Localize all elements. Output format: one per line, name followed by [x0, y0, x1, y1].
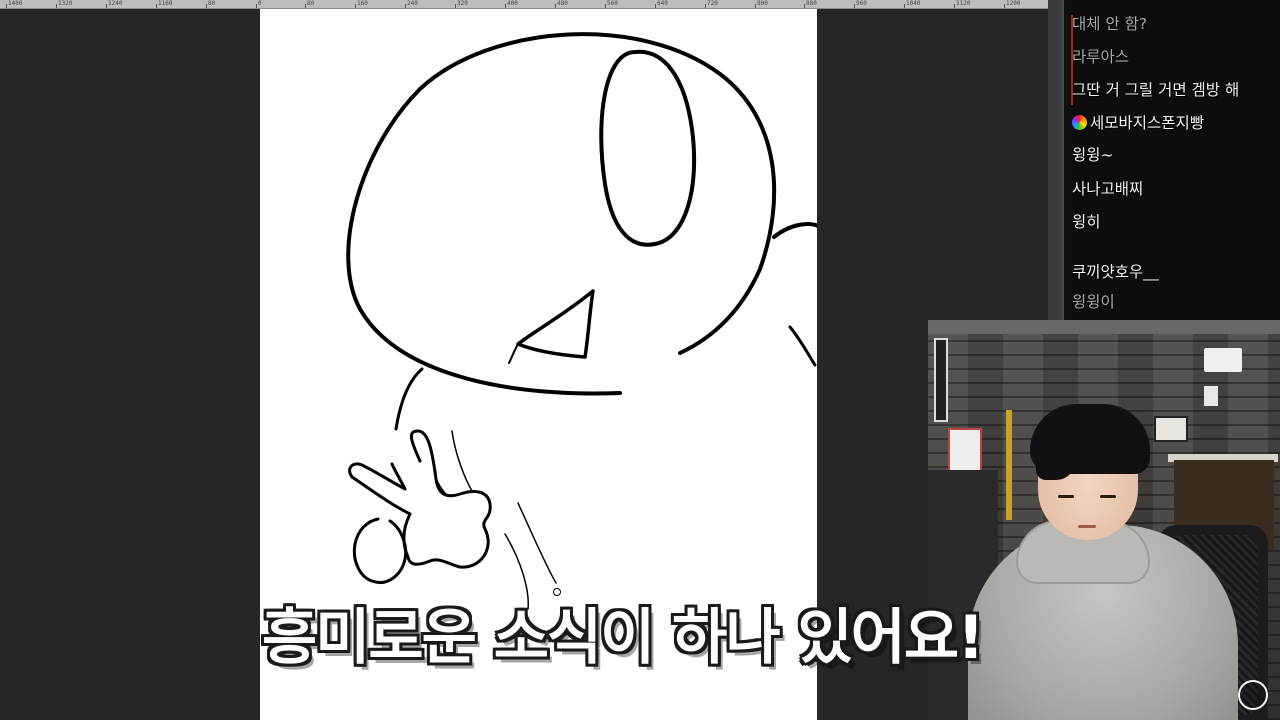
- ceiling: [928, 320, 1280, 334]
- ruler-tick-label: 1160: [158, 0, 173, 7]
- ruler-tick-mark: [1004, 4, 1005, 8]
- ruler-tick-label: 480: [557, 0, 568, 7]
- ruler-tick-mark: [106, 4, 107, 8]
- vacuum-stick: [1006, 410, 1012, 520]
- ruler-tick-label: 1040: [906, 0, 921, 7]
- chat-message: 윙윙이: [1072, 290, 1115, 312]
- ruler-tick-label: 1320: [58, 0, 73, 7]
- ruler-tick-label: 560: [607, 0, 618, 7]
- ruler-tick-mark: [455, 4, 456, 8]
- rainbow-badge-icon: [1072, 115, 1087, 130]
- ruler-tick-mark: [156, 4, 157, 8]
- chat-message: 라루아스: [1072, 45, 1129, 67]
- chat-message-text: 쿠끼얏호우__: [1072, 263, 1159, 281]
- ruler-tick-mark: [705, 4, 706, 8]
- whiteboard: [948, 428, 982, 474]
- chat-message: 윙히: [1072, 210, 1101, 232]
- ruler-tick-mark: [355, 4, 356, 8]
- ruler-tick-mark: [505, 4, 506, 8]
- ruler-tick-mark: [904, 4, 905, 8]
- channel-logo-icon: [1238, 680, 1268, 710]
- chat-message: 윙윙~: [1072, 143, 1114, 165]
- ruler-tick-mark: [854, 4, 855, 8]
- ruler-tick-label: 960: [856, 0, 867, 7]
- right-eye: [1100, 495, 1116, 498]
- ruler-tick-label: 400: [507, 0, 518, 7]
- chat-message: 세모바지스폰지빵: [1072, 111, 1204, 133]
- ruler-tick-mark: [605, 4, 606, 8]
- ruler-tick-mark: [954, 4, 955, 8]
- ruler-tick-mark: [56, 4, 57, 8]
- mouth: [1078, 525, 1096, 528]
- chat-message-text: 윙윙~: [1072, 146, 1114, 164]
- ruler-tick-label: 1240: [108, 0, 123, 7]
- streamer-hair-side: [1036, 440, 1076, 480]
- chat-message-text: 세모바지스폰지빵: [1090, 114, 1205, 132]
- chat-message-text: 라루아스: [1072, 48, 1130, 66]
- ruler-tick-mark: [755, 4, 756, 8]
- chat-message-text: 사나고배찌: [1072, 180, 1144, 198]
- wall-switch: [1204, 386, 1218, 406]
- ruler-tick-label: 640: [657, 0, 668, 7]
- ruler-tick-mark: [206, 4, 207, 8]
- top-ruler: 1400 1320 1240 1160 80 0 80 160 240 320 400 480 560 6…: [0, 0, 1048, 9]
- ruler-tick-mark: [256, 4, 257, 8]
- ruler-tick-label: 720: [707, 0, 718, 7]
- small-monitor: [1154, 416, 1188, 442]
- chat-message-text: 대체 안 함?: [1072, 15, 1148, 33]
- chat-overlay: 대체 안 함? 라루아스그딴 거 그릴 거면 겜방 해세모바지스폰지빵윙윙~ 사나고…: [1064, 0, 1280, 320]
- ruler-tick-label: 80: [307, 0, 315, 7]
- subtitle-caption: 흥미로운 소식이 하나 있어요!: [262, 603, 984, 673]
- ruler-tick-label: 1120: [956, 0, 971, 7]
- chat-message: 사나고배찌: [1072, 177, 1143, 199]
- chat-message-text: 윙히: [1072, 213, 1101, 231]
- ruler-tick-label: 240: [407, 0, 418, 7]
- ruler-tick-mark: [655, 4, 656, 8]
- ruler-tick-label: 1400: [8, 0, 23, 7]
- ruler-tick-label: 1200: [1006, 0, 1021, 7]
- ruler-tick-mark: [6, 4, 7, 8]
- ruler-tick-mark: [405, 4, 406, 8]
- ruler-tick-label: 800: [757, 0, 768, 7]
- thermostat: [1204, 348, 1242, 372]
- chat-message-text: 그딴 거 그릴 거면 겜방 해: [1072, 81, 1240, 99]
- left-eye: [1058, 495, 1074, 498]
- ruler-tick-label: 880: [806, 0, 817, 7]
- chat-message-text: 윙윙이: [1072, 293, 1115, 311]
- chat-message: 대체 안 함?: [1072, 12, 1147, 34]
- chat-message: 쿠끼얏호우__: [1072, 260, 1159, 282]
- chat-message: 그딴 거 그릴 거면 겜방 해: [1072, 78, 1239, 100]
- ruler-tick-label: 0: [258, 0, 262, 7]
- ruler-tick-label: 320: [457, 0, 468, 7]
- ruler-tick-label: 160: [357, 0, 368, 7]
- ruler-tick-mark: [555, 4, 556, 8]
- ruler-tick-mark: [804, 4, 805, 8]
- ruler-tick-mark: [305, 4, 306, 8]
- studio-light: [934, 338, 948, 422]
- ruler-tick-label: 80: [208, 0, 216, 7]
